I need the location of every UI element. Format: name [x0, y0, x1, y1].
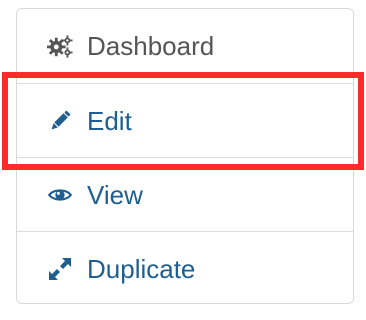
expand-arrows-icon	[47, 256, 73, 282]
menu-item-edit[interactable]: Edit	[17, 83, 353, 157]
eye-icon	[47, 182, 73, 208]
gears-icon	[47, 33, 73, 59]
pencil-icon	[47, 108, 73, 134]
menu-item-label: Edit	[87, 105, 132, 136]
menu-item-dashboard[interactable]: Dashboard	[17, 9, 353, 83]
menu-item-label: Duplicate	[87, 253, 196, 284]
menu-item-duplicate[interactable]: Duplicate	[17, 231, 353, 305]
menu-item-label: Dashboard	[87, 31, 215, 61]
menu-item-label: View	[87, 179, 143, 210]
menu-item-view[interactable]: View	[17, 157, 353, 231]
action-menu: Dashboard Edit View Duplicate	[16, 8, 354, 304]
